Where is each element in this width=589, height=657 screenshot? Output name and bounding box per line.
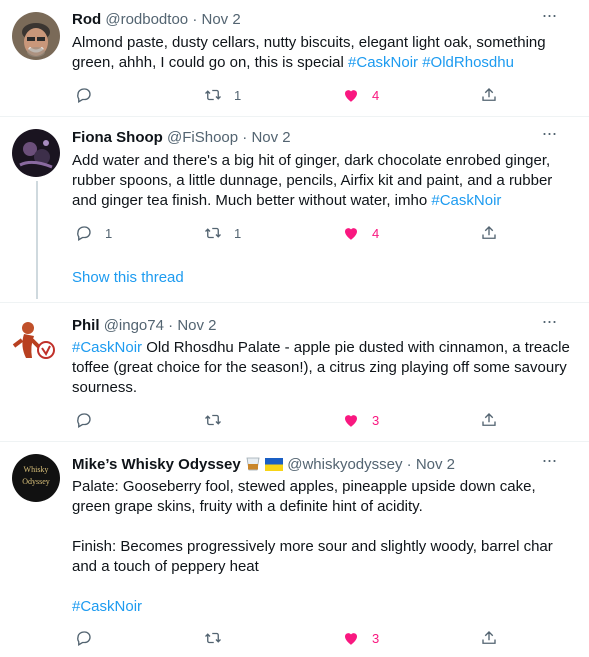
author-name[interactable]: Fiona Shoop bbox=[72, 129, 163, 146]
reply-count: 1 bbox=[105, 225, 113, 241]
tweet-text: Add water and there's a big hit of ginge… bbox=[72, 151, 572, 211]
heart-icon bbox=[345, 415, 357, 427]
author-name[interactable]: Rod bbox=[72, 11, 101, 28]
like-button[interactable]: 4 bbox=[342, 223, 379, 243]
more-icon[interactable]: ··· bbox=[539, 451, 559, 475]
show-thread-link[interactable]: Show this thread bbox=[72, 269, 184, 286]
author-handle[interactable]: @rodbodtoo bbox=[105, 11, 188, 28]
author-name[interactable]: Phil bbox=[72, 317, 100, 334]
reply-button[interactable]: 1 bbox=[75, 223, 112, 243]
author-handle[interactable]: @FiShoop bbox=[167, 129, 238, 146]
tweet-text: Palate: Gooseberry fool, stewed apples, … bbox=[72, 477, 572, 617]
tweet-paragraph: Palate: Gooseberry fool, stewed apples, … bbox=[72, 478, 536, 515]
retweet-count: 1 bbox=[234, 87, 242, 103]
hashtag[interactable]: #OldRhosdhu bbox=[422, 54, 514, 71]
tweet-actions: 3 bbox=[72, 628, 512, 648]
hashtag[interactable]: #CaskNoir bbox=[431, 192, 501, 209]
ukraine-flag-icon bbox=[265, 457, 284, 471]
tweet[interactable]: Phil @ingo74 · Nov 2 ··· #CaskNoir Old R… bbox=[0, 303, 589, 442]
heart-icon bbox=[345, 90, 357, 102]
tweet-paragraph: Finish: Becomes progressively more sour … bbox=[72, 538, 553, 575]
tweet[interactable]: Fiona Shoop @FiShoop · Nov 2 ··· Add wat… bbox=[0, 117, 589, 303]
retweet-button[interactable]: 1 bbox=[204, 85, 241, 105]
retweet-count: 1 bbox=[234, 225, 242, 241]
reply-icon bbox=[77, 88, 91, 103]
author-handle[interactable]: @whiskyodyssey bbox=[287, 456, 402, 473]
reply-icon bbox=[77, 631, 91, 646]
avatar[interactable] bbox=[12, 316, 60, 364]
separator: · bbox=[168, 317, 174, 334]
tweet[interactable]: Rod @rodbodtoo · Nov 2 ··· Almond paste,… bbox=[0, 0, 589, 117]
separator: · bbox=[192, 11, 198, 28]
tweet-text: Almond paste, dusty cellars, nutty biscu… bbox=[72, 33, 572, 73]
retweet-button[interactable] bbox=[204, 628, 234, 648]
share-button[interactable] bbox=[480, 85, 498, 105]
author-name[interactable]: Mike’s Whisky Odyssey bbox=[72, 456, 241, 473]
author-handle[interactable]: @ingo74 bbox=[104, 317, 164, 334]
retweet-icon bbox=[205, 414, 221, 426]
retweet-icon bbox=[205, 89, 221, 101]
tweet-date[interactable]: Nov 2 bbox=[201, 11, 240, 28]
retweet-icon bbox=[205, 227, 221, 239]
like-count: 4 bbox=[372, 87, 380, 103]
separator: · bbox=[406, 456, 412, 473]
retweet-icon bbox=[205, 632, 221, 644]
reply-button[interactable] bbox=[75, 85, 105, 105]
hashtag[interactable]: #CaskNoir bbox=[72, 598, 142, 615]
reply-button[interactable] bbox=[75, 628, 105, 648]
share-icon bbox=[482, 88, 496, 101]
share-button[interactable] bbox=[480, 628, 498, 648]
share-button[interactable] bbox=[480, 410, 498, 430]
reply-icon bbox=[77, 413, 91, 428]
reply-icon bbox=[77, 226, 91, 241]
hashtag[interactable]: #CaskNoir bbox=[348, 54, 418, 71]
separator: · bbox=[242, 129, 248, 146]
avatar-text: Whisky Odyssey bbox=[22, 465, 50, 486]
like-count: 3 bbox=[372, 412, 380, 428]
thread-line bbox=[36, 181, 38, 299]
heart-icon bbox=[345, 633, 357, 645]
tweet-date[interactable]: Nov 2 bbox=[251, 129, 290, 146]
heart-icon bbox=[345, 228, 357, 240]
retweet-button[interactable]: 1 bbox=[204, 223, 241, 243]
share-button[interactable] bbox=[480, 223, 498, 243]
tweet[interactable]: Whisky Odyssey Mike’s Whisky Odyssey @wh… bbox=[0, 442, 589, 657]
tweet-actions: 1 1 4 bbox=[72, 223, 512, 243]
more-icon[interactable]: ··· bbox=[539, 124, 559, 148]
like-button[interactable]: 4 bbox=[342, 85, 379, 105]
tweet-actions: 1 4 bbox=[72, 85, 512, 105]
more-icon[interactable]: ··· bbox=[539, 312, 559, 336]
retweet-button[interactable] bbox=[204, 410, 234, 430]
hashtag[interactable]: #CaskNoir bbox=[72, 339, 142, 356]
avatar[interactable]: Whisky Odyssey bbox=[12, 454, 60, 502]
tweet-text: #CaskNoir Old Rhosdhu Palate - apple pie… bbox=[72, 338, 572, 398]
avatar[interactable] bbox=[12, 12, 60, 60]
tweet-date[interactable]: Nov 2 bbox=[416, 456, 455, 473]
tweet-actions: 3 bbox=[72, 410, 512, 430]
like-count: 4 bbox=[372, 225, 380, 241]
like-count: 3 bbox=[372, 630, 380, 646]
avatar[interactable] bbox=[12, 129, 60, 177]
like-button[interactable]: 3 bbox=[342, 410, 379, 430]
reply-button[interactable] bbox=[75, 410, 105, 430]
whisky-glass-icon bbox=[245, 457, 261, 471]
tweet-text-plain: Old Rhosdhu Palate - apple pie dusted wi… bbox=[72, 339, 570, 396]
like-button[interactable]: 3 bbox=[342, 628, 379, 648]
tweet-date[interactable]: Nov 2 bbox=[177, 317, 216, 334]
share-icon bbox=[482, 631, 496, 644]
more-icon[interactable]: ··· bbox=[539, 6, 559, 30]
share-icon bbox=[482, 413, 496, 426]
share-icon bbox=[482, 226, 496, 239]
